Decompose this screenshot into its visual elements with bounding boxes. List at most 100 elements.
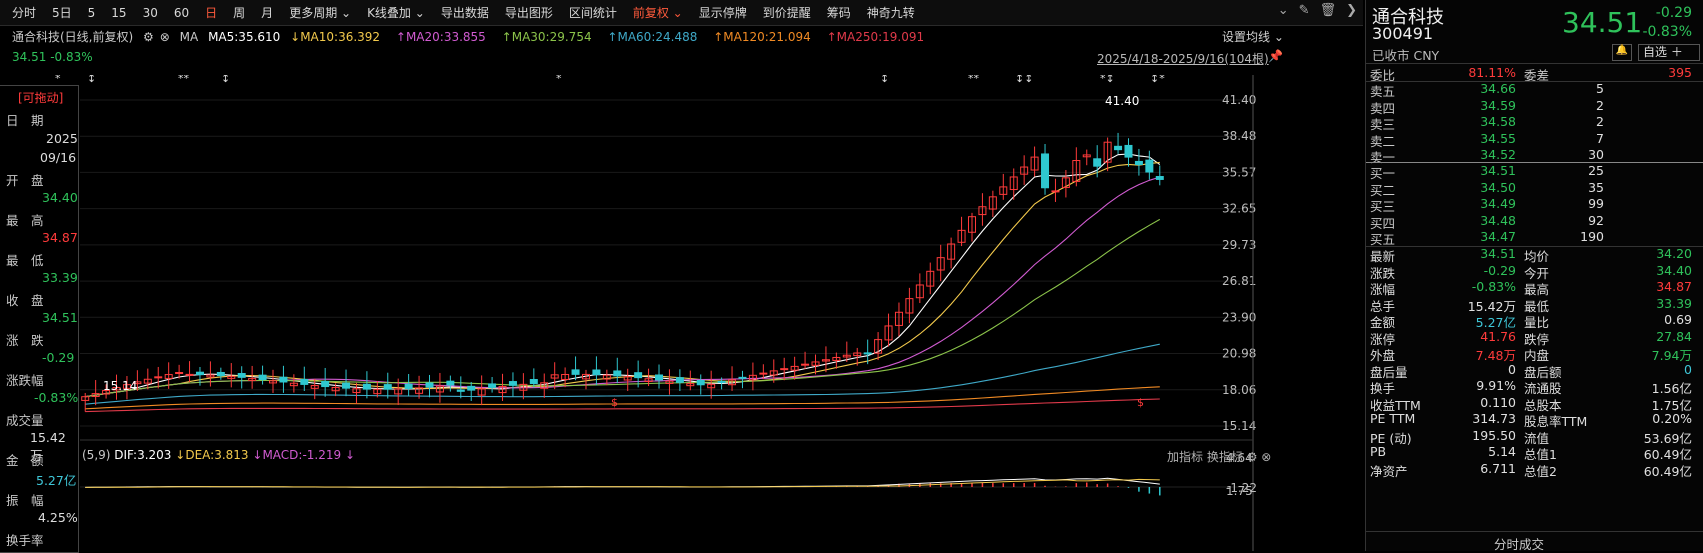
candle-body bbox=[488, 383, 497, 389]
set-ma-button[interactable]: 设置均线 ⌄ bbox=[1222, 28, 1284, 45]
brush-icon[interactable]: ✎ bbox=[1299, 3, 1310, 18]
bids-price[interactable]: 34.49 bbox=[1480, 196, 1516, 211]
stat-value: 27.84 bbox=[1656, 328, 1692, 344]
toolbar-item-12[interactable]: 导出图形 bbox=[505, 4, 553, 21]
ma-line bbox=[85, 161, 1160, 398]
asks-volume: 2 bbox=[1596, 97, 1604, 113]
add-indicator-button[interactable]: 加指标 bbox=[1167, 450, 1203, 464]
ma5-value: MA5:35.610 bbox=[208, 30, 281, 44]
quote-price: 34.51 bbox=[1562, 6, 1643, 39]
toolbar-item-2[interactable]: 5 bbox=[88, 6, 96, 20]
split-marker: $ bbox=[1137, 396, 1144, 409]
bids-volume: 92 bbox=[1588, 212, 1604, 228]
toolbar-item-8[interactable]: 月 bbox=[261, 4, 273, 21]
asks-price[interactable]: 34.55 bbox=[1480, 131, 1516, 146]
candle-body bbox=[613, 370, 622, 377]
bids-price[interactable]: 34.48 bbox=[1480, 213, 1516, 228]
asks-price[interactable]: 34.58 bbox=[1480, 114, 1516, 129]
candle-body bbox=[300, 378, 309, 385]
candle-body bbox=[634, 372, 643, 379]
chg-value: -0.29 bbox=[42, 350, 75, 365]
tick-trades-button[interactable]: 分时成交 bbox=[1494, 534, 1544, 553]
gear-icon[interactable]: ⚙ bbox=[1247, 450, 1258, 464]
open-label: 开 盘 bbox=[6, 173, 44, 188]
stat-value: 5.14 bbox=[1488, 444, 1516, 459]
toolbar-item-7[interactable]: 周 bbox=[233, 4, 245, 21]
price-axis-label: 29.73 bbox=[1222, 238, 1256, 252]
candle-body bbox=[467, 385, 476, 391]
toolbar-item-3[interactable]: 15 bbox=[111, 6, 126, 20]
high-label: 41.40 bbox=[1105, 94, 1139, 108]
price-axis-label: 18.06 bbox=[1222, 383, 1256, 397]
toolbar-item-5[interactable]: 60 bbox=[174, 6, 189, 20]
bids-price[interactable]: 34.47 bbox=[1480, 229, 1516, 244]
amp-value: 4.25% bbox=[38, 510, 78, 525]
toolbar-item-10[interactable]: K线叠加 ⌄ bbox=[367, 4, 425, 21]
toolbar-item-15[interactable]: 显示停牌 bbox=[699, 4, 747, 21]
toolbar-tools: ⌄ ✎ 🗑 ❯ bbox=[1278, 3, 1357, 18]
chevron-down-icon[interactable]: ⌄ bbox=[1278, 3, 1289, 18]
toolbar-item-14[interactable]: 前复权 ⌄ bbox=[633, 4, 683, 21]
quote-panel: 通合科技 300491 已收市 CNY 34.51 -0.29 -0.83% 🔔… bbox=[1365, 0, 1703, 553]
price-axis-label: 32.65 bbox=[1222, 202, 1256, 216]
chg-label: 涨 跌 bbox=[6, 333, 44, 348]
current-price-line: 34.51 -0.83% bbox=[12, 50, 93, 64]
stat-value: 0 bbox=[1508, 361, 1516, 377]
toolbar-item-17[interactable]: 筹码 bbox=[827, 4, 851, 21]
stat-value: 195.50 bbox=[1472, 427, 1516, 443]
watchlist-button[interactable]: 自选 ＋ bbox=[1638, 44, 1700, 61]
ma-line bbox=[85, 176, 1160, 398]
ma10-value: ↓MA10:36.392 bbox=[290, 30, 381, 44]
close-value: 34.51 bbox=[42, 310, 78, 325]
weibi-value: 81.11% bbox=[1468, 65, 1516, 80]
gear-icon[interactable]: ⚙ bbox=[143, 30, 154, 44]
candle-body bbox=[258, 374, 267, 381]
candle-body bbox=[1041, 153, 1050, 189]
close-icon[interactable]: ⊗ bbox=[1261, 450, 1271, 464]
candle-body bbox=[801, 363, 810, 366]
stat-value: 6.711 bbox=[1480, 460, 1516, 476]
toolbar-item-4[interactable]: 30 bbox=[143, 6, 158, 20]
low-label: 最 低 bbox=[6, 253, 44, 268]
toolbar-item-9[interactable]: 更多周期 ⌄ bbox=[289, 4, 351, 21]
date-label: 日 期 bbox=[6, 113, 44, 128]
price-axis-label: 35.57 bbox=[1222, 165, 1256, 179]
asks-price[interactable]: 34.66 bbox=[1480, 81, 1516, 96]
divider bbox=[1366, 531, 1703, 532]
pin-icon[interactable]: 📌 bbox=[1268, 49, 1283, 63]
toolbar-item-13[interactable]: 区间统计 bbox=[569, 4, 617, 21]
bids-price[interactable]: 34.50 bbox=[1480, 180, 1516, 195]
bids-price[interactable]: 34.51 bbox=[1480, 163, 1516, 178]
alert-bell-button[interactable]: 🔔 bbox=[1612, 44, 1632, 61]
candle-body bbox=[342, 382, 351, 389]
asks-price[interactable]: 34.59 bbox=[1480, 98, 1516, 113]
trash-icon[interactable]: 🗑 bbox=[1320, 3, 1337, 18]
candle-body bbox=[216, 371, 225, 377]
candle-body bbox=[383, 384, 392, 390]
dea-value: ↓DEA:3.813 bbox=[175, 448, 249, 462]
current-price: 34.51 bbox=[12, 50, 47, 64]
collapse-icon[interactable]: ❯ bbox=[1346, 3, 1357, 18]
close-icon[interactable]: ⊗ bbox=[160, 30, 170, 44]
event-marker: * bbox=[556, 75, 562, 85]
asks-price[interactable]: 34.52 bbox=[1480, 147, 1516, 162]
candle-body bbox=[696, 379, 705, 386]
event-marker: ** bbox=[178, 75, 190, 85]
ma30-value: ↑MA30:29.754 bbox=[501, 30, 592, 44]
bar-info-panel[interactable]: [可拖动] 日 期 2025 09/16 开 盘 34.40 最 高 34.87… bbox=[0, 85, 79, 553]
toolbar-item-6[interactable]: 日 bbox=[205, 4, 217, 21]
toolbar-item-16[interactable]: 到价提醒 bbox=[763, 4, 811, 21]
toolbar-item-11[interactable]: 导出数据 bbox=[441, 4, 489, 21]
dif-value: DIF:3.203 bbox=[114, 448, 172, 462]
price-axis-label: 20.98 bbox=[1222, 347, 1256, 361]
candle-body bbox=[592, 369, 601, 376]
draggable-label[interactable]: [可拖动] bbox=[18, 89, 63, 106]
change-indicator-button[interactable]: 换指标 bbox=[1207, 450, 1243, 464]
toolbar-item-0[interactable]: 分时 bbox=[12, 4, 36, 21]
ma20-value: ↑MA20:33.855 bbox=[395, 30, 486, 44]
period-toolbar: 分时 5日 5 15 30 60 日周月更多周期 ⌄ K线叠加 ⌄ 导出数据 导出图形 区间统计 前复… bbox=[0, 0, 1363, 26]
toolbar-item-18[interactable]: 神奇九转 bbox=[867, 4, 915, 21]
stat-value: 34.20 bbox=[1656, 246, 1692, 261]
candle-body bbox=[1145, 159, 1154, 173]
toolbar-item-1[interactable]: 5日 bbox=[52, 4, 72, 21]
